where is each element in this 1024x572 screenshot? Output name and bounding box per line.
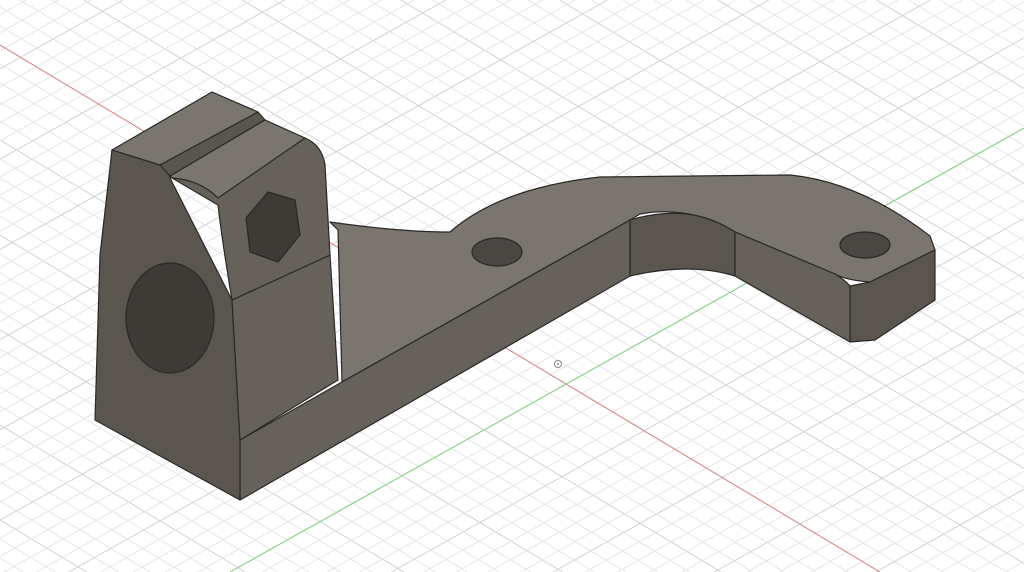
- grid-line: [0, 519, 88, 572]
- grid-line: [843, 470, 1024, 572]
- grid-line: [520, 290, 1024, 572]
- grid-line: [1003, 0, 1024, 13]
- mounting-hole-2[interactable]: [839, 231, 891, 259]
- grid-line: [940, 524, 1024, 572]
- grid-line: [0, 481, 151, 572]
- grid-line: [617, 344, 1024, 572]
- grid-line: [0, 0, 188, 106]
- grid-line: [0, 0, 59, 34]
- origin-point-icon[interactable]: [554, 360, 562, 368]
- grid-line: [681, 380, 1024, 572]
- grid-line: [0, 557, 24, 572]
- grid-line: [1004, 560, 1024, 572]
- arm-curved-wall[interactable]: [629, 212, 736, 277]
- part-body[interactable]: [94, 91, 936, 501]
- grid-line: [0, 0, 156, 88]
- mounting-hole-1[interactable]: [471, 237, 523, 267]
- grid-line: [488, 272, 1024, 572]
- 3d-viewport[interactable]: [0, 0, 1024, 572]
- grid-line: [0, 538, 56, 572]
- grid-line: [0, 0, 124, 70]
- grid-line: [876, 0, 1024, 89]
- grid-line: [584, 326, 1024, 572]
- grid-line: [552, 308, 1024, 572]
- grid-line: [0, 0, 27, 16]
- viewport-canvas[interactable]: [0, 0, 1024, 572]
- shaft-bore-hole[interactable]: [125, 262, 215, 374]
- grid-line: [907, 506, 1024, 572]
